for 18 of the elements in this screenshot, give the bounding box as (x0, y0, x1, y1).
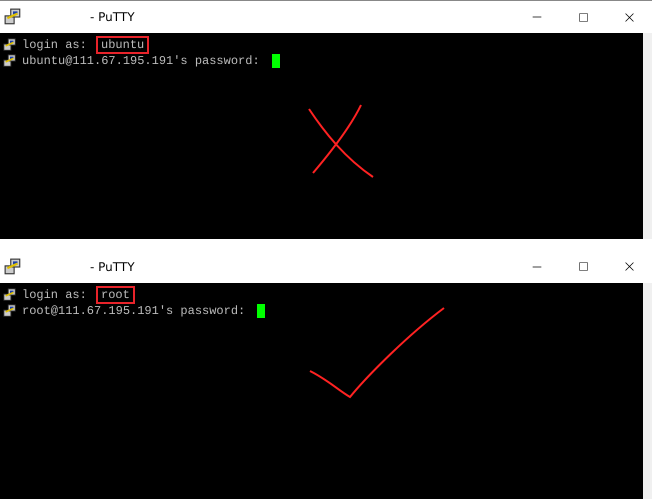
scrollbar[interactable] (643, 33, 652, 239)
typed-text: root (96, 286, 135, 304)
scrollbar[interactable] (643, 282, 652, 499)
putty-icon (3, 38, 17, 52)
terminal-text: root@111.67.195.191's password: (22, 304, 246, 318)
terminal-text: login as: (22, 288, 88, 302)
putty-icon (4, 8, 22, 26)
window-title: - PuTTY (89, 260, 136, 274)
terminal-text: ubuntu@111.67.195.191's password: (22, 54, 261, 68)
putty-icon (4, 258, 22, 276)
maximize-icon[interactable] (578, 12, 588, 22)
putty-icon (3, 54, 17, 68)
maximize-icon[interactable] (578, 261, 588, 272)
putty-icon (3, 304, 17, 318)
window-title: - PuTTY (89, 10, 136, 24)
terminal-text: login as: (22, 38, 88, 52)
typed-text: ubuntu (96, 36, 150, 54)
putty-icon (3, 288, 17, 302)
